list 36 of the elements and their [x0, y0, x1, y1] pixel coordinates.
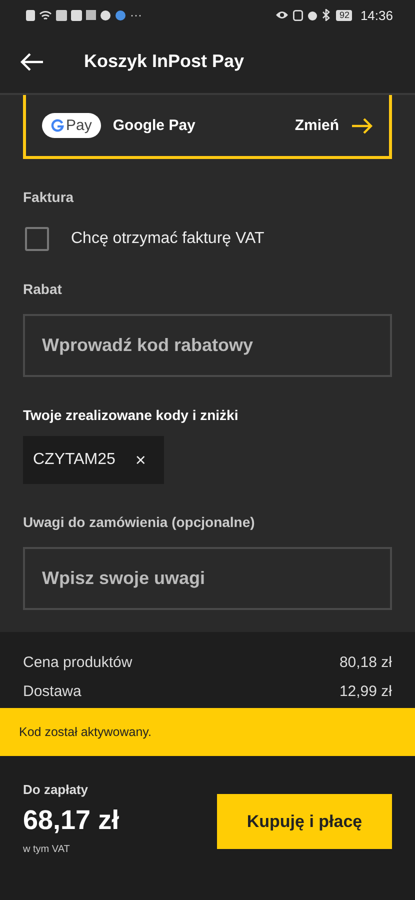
success-toast: Kod został aktywowany. — [0, 708, 415, 756]
bluetooth-icon — [322, 9, 330, 21]
change-link[interactable]: Zmień — [294, 117, 339, 134]
summary-value: 12,99 zł — [339, 683, 392, 700]
more-notifications: ··· — [130, 8, 142, 22]
summary-label: Cena produktów — [23, 654, 132, 671]
summary-label: Dostawa — [23, 683, 82, 700]
battery-level: 92 — [336, 10, 352, 20]
status-time: 14:36 — [360, 8, 393, 22]
discount-code: CZYTAM25 — [33, 451, 116, 469]
section-heading: Faktura — [23, 189, 75, 205]
invoice-checkbox[interactable] — [25, 227, 49, 251]
vat-note: w tym VAT — [23, 844, 71, 855]
total-amount: 68,17 zł — [23, 805, 120, 836]
total-label: Do zapłaty — [23, 782, 90, 797]
section-heading: Rabat — [23, 281, 63, 297]
checkbox-label: Chcę otrzymać fakturę VAT — [71, 230, 264, 248]
arrow-right-icon[interactable] — [351, 118, 373, 134]
payment-method-card[interactable]: Pay Google Pay Zmień — [23, 95, 392, 159]
nfc-icon — [293, 10, 304, 20]
back-arrow-icon[interactable] — [20, 52, 44, 70]
section-heading: Uwagi do zamówienia (opcjonalne) — [23, 514, 256, 530]
section-heading: Twoje zrealizowane kody i zniżki — [23, 407, 240, 423]
notes-field[interactable]: Wpisz swoje uwagi — [23, 547, 392, 610]
discount-code-field[interactable]: Wprowadź kod rabatowy — [23, 314, 392, 377]
buy-and-pay-button[interactable]: Kupuję i płacę — [217, 794, 392, 849]
eye-icon — [275, 10, 290, 20]
payment-method-name: Google Pay — [112, 117, 196, 134]
summary-value: 80,18 zł — [339, 654, 392, 671]
pay-label: Pay — [66, 117, 92, 134]
globe-icon — [115, 10, 126, 20]
notification-icon — [26, 10, 35, 20]
wifi-icon — [39, 10, 52, 20]
google-g-icon — [51, 119, 64, 132]
remove-button[interactable]: × — [135, 450, 146, 470]
page-title: Koszyk InPost Pay — [84, 51, 244, 72]
